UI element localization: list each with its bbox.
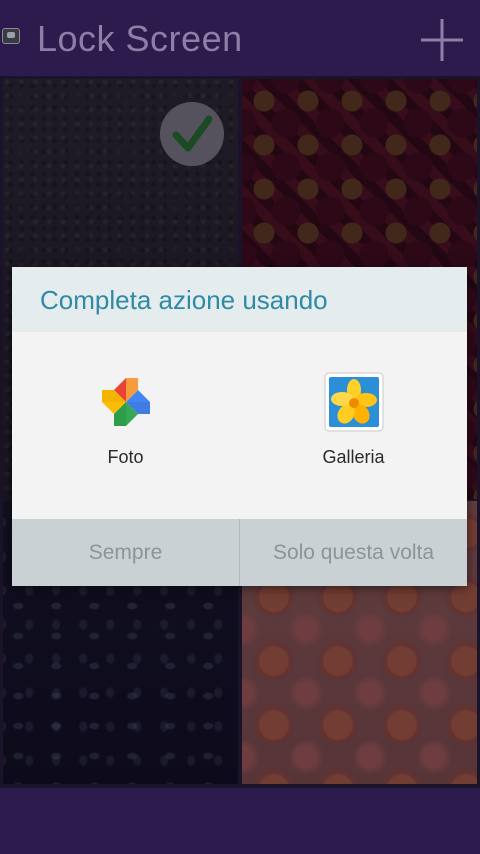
add-button[interactable] xyxy=(418,16,466,64)
dialog-title: Completa azione usando xyxy=(40,285,328,315)
just-once-button[interactable]: Solo questa volta xyxy=(240,519,467,586)
choice-foto[interactable]: Foto xyxy=(12,332,239,518)
choice-galleria[interactable]: Galleria xyxy=(240,332,467,518)
app-icon xyxy=(2,28,20,44)
dialog-actions: Sempre Solo questa volta xyxy=(12,519,467,586)
google-photos-icon xyxy=(102,378,150,426)
plus-icon xyxy=(421,19,463,61)
dialog-header: Completa azione usando xyxy=(12,267,467,332)
always-button[interactable]: Sempre xyxy=(12,519,240,586)
choice-label-galleria: Galleria xyxy=(322,447,385,467)
bottom-bar xyxy=(0,788,480,854)
app-bar: Lock Screen xyxy=(0,0,480,76)
gallery-icon xyxy=(324,372,384,432)
complete-action-dialog: Completa azione usando Foto Galleria Sem… xyxy=(12,267,467,586)
page-title: Lock Screen xyxy=(37,18,243,59)
choice-label-foto: Foto xyxy=(107,447,144,467)
